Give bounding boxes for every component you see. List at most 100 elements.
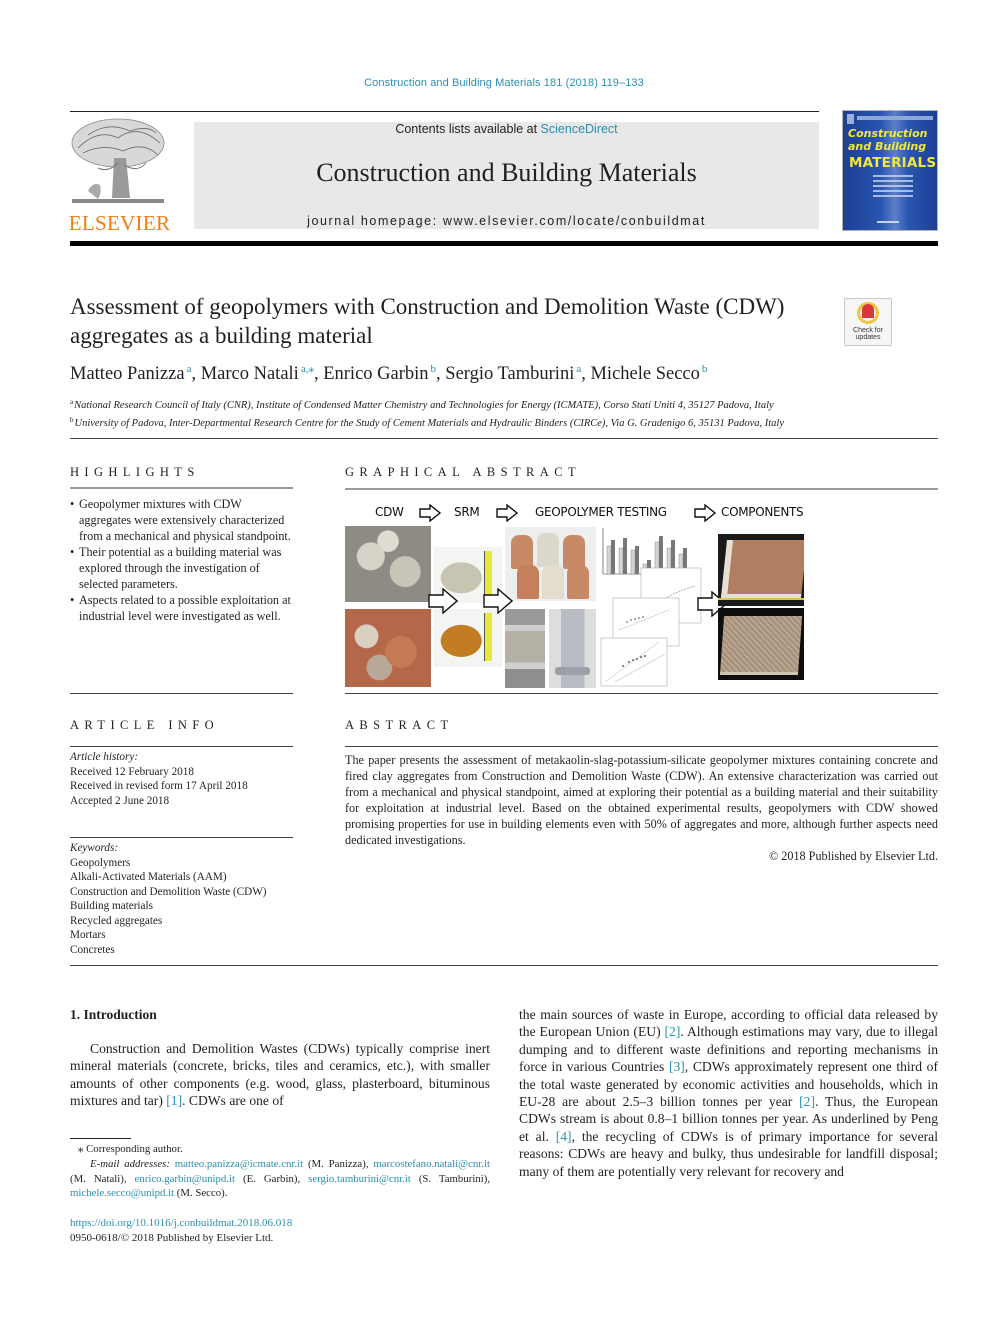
ga-stage-label: GEOPOLYMER TESTING — [535, 505, 667, 519]
cover-top-strip — [857, 116, 933, 120]
citation-link[interactable]: [2] — [665, 1024, 681, 1039]
elsevier-tree-icon — [71, 118, 165, 203]
keyword-item: Geopolymers — [70, 856, 131, 869]
arrow-right-icon — [428, 588, 458, 614]
author-name[interactable]: Enrico Garbin — [323, 364, 428, 384]
keywords-rule — [70, 837, 293, 838]
keyword-item: Alkali-Activated Materials (AAM) — [70, 871, 227, 883]
author-affil-mark[interactable]: a,⁎ — [301, 363, 314, 375]
keyword-item: Concretes — [70, 943, 115, 956]
author-affil-mark[interactable]: b — [431, 363, 437, 375]
keyword-item: Recycled aggregates — [70, 914, 163, 927]
author-name[interactable]: Marco Natali — [201, 364, 299, 384]
journal-banner: Contents lists available at ScienceDirec… — [194, 122, 819, 229]
affiliations: aNational Research Council of Italy (CNR… — [70, 395, 784, 431]
abstract-copyright: © 2018 Published by Elsevier Ltd. — [768, 849, 938, 863]
bullet-icon: • — [70, 593, 75, 607]
author-name[interactable]: Michele Secco — [590, 364, 699, 384]
section-heading-introduction: 1. Introduction — [70, 1007, 157, 1022]
email-label: E-mail addresses: — [90, 1157, 175, 1170]
sciencedirect-link[interactable]: ScienceDirect — [541, 122, 618, 136]
cover-elsevier-mini-logo — [847, 114, 854, 124]
email-link[interactable]: michele.secco@unipd.it — [70, 1187, 174, 1199]
header-top-rule — [70, 111, 819, 112]
homepage-label: journal homepage: — [307, 214, 443, 228]
graphical-abstract-heading: GRAPHICAL ABSTRACT — [345, 465, 581, 479]
author-affil-mark[interactable]: a — [576, 363, 581, 375]
citation-link[interactable]: [2] — [799, 1094, 815, 1109]
citation-link[interactable]: [1] — [166, 1093, 182, 1108]
geopolymer-cylinders-photo — [505, 527, 596, 601]
article-history-label: Article history: — [70, 751, 139, 763]
cover-text-lines — [873, 175, 913, 200]
keywords-list: Keywords: Geopolymers Alkali-Activated M… — [70, 841, 296, 957]
affiliation-item: bUniversity of Padova, Inter-Departmenta… — [70, 416, 784, 429]
contents-prefix: Contents lists available at — [395, 122, 541, 136]
author-name[interactable]: Matteo Panizza — [70, 364, 185, 384]
history-item: Received 12 February 2018 — [70, 765, 194, 778]
panel-component-photo — [718, 534, 804, 606]
elsevier-logo[interactable]: ELSEVIER — [68, 113, 171, 235]
keyword-item: Building materials — [70, 900, 153, 912]
homepage-link[interactable]: www.elsevier.com/locate/conbuildmat — [443, 214, 706, 228]
check-updates-label: Check for updates — [853, 327, 883, 341]
testing-machine-photo — [549, 609, 596, 688]
arrow-right-icon — [694, 504, 716, 522]
keyword-item: Mortars — [70, 929, 106, 941]
email-link[interactable]: sergio.tamburini@cnr.it — [308, 1173, 411, 1185]
highlights-heading: HIGHLIGHTS — [70, 465, 200, 479]
email-link[interactable]: matteo.panizza@icmate.cnr.it — [175, 1158, 303, 1170]
ga-stage-label: COMPONENTS — [721, 505, 804, 519]
issn-copyright: 0950-0618/© 2018 Published by Elsevier L… — [70, 1232, 274, 1244]
highlights-list: • Geopolymer mixtures with CDW aggregates… — [70, 496, 294, 624]
cover-title: Construction and Building — [848, 127, 928, 153]
author-affil-mark[interactable]: a — [187, 363, 192, 375]
citation-link[interactable]: [3] — [669, 1059, 685, 1074]
check-for-updates-button[interactable]: Check for updates — [844, 298, 892, 346]
highlights-rule — [70, 487, 293, 489]
doi-block: https://doi.org/10.1016/j.conbuildmat.20… — [70, 1216, 292, 1246]
author-list: Matteo Panizza a, Marco Natali a,⁎, Enrico… — [70, 363, 708, 384]
journal-cover-thumbnail[interactable]: Construction and Building MATERIALS — [842, 110, 938, 231]
citation-link[interactable]: [4] — [556, 1129, 572, 1144]
email-link[interactable]: marcostefano.natali@cnr.it — [373, 1158, 490, 1170]
article-info-heading: ARTICLE INFO — [70, 718, 220, 732]
highlights-bottom-rule — [70, 693, 293, 694]
author-affil-mark[interactable]: b — [702, 363, 708, 375]
brick-aggregates-photo — [345, 609, 431, 687]
front-matter-bottom-rule — [70, 965, 938, 966]
bullet-icon: • — [70, 497, 75, 511]
journal-homepage: journal homepage: www.elsevier.com/locat… — [194, 214, 819, 228]
journal-reference-link[interactable]: Construction and Building Materials 181 … — [0, 77, 992, 89]
graphical-abstract-figure[interactable]: CDW SRM GEOPOLYMER TESTING COMPONENTS — [345, 496, 815, 688]
ga-stage-label: CDW — [375, 505, 404, 519]
abstract-heading: ABSTRACT — [345, 718, 454, 732]
highlight-item: • Aspects related to a possible exploitat… — [70, 593, 291, 623]
article-title: Assessment of geopolymers with Construct… — [70, 294, 785, 348]
doi-link[interactable]: https://doi.org/10.1016/j.conbuildmat.20… — [70, 1216, 292, 1231]
arrow-right-icon — [419, 504, 441, 522]
test-results-charts — [599, 526, 705, 688]
keywords-label: Keywords: — [70, 842, 119, 854]
header-bottom-rule — [70, 241, 938, 246]
article-info-rule — [70, 746, 293, 747]
abstract-body: The paper presents the assessment of met… — [345, 752, 938, 864]
email-link[interactable]: enrico.garbin@unipd.it — [135, 1173, 236, 1185]
bullet-icon: • — [70, 545, 75, 559]
footnotes: ⁎ Corresponding author. E-mail addresses… — [70, 1142, 490, 1201]
cover-footer-line — [877, 221, 899, 223]
bookmark-icon — [862, 304, 874, 318]
intro-paragraph-right: the main sources of waste in Europe, acc… — [519, 1007, 938, 1179]
elsevier-wordmark: ELSEVIER — [68, 211, 171, 235]
history-item: Accepted 2 June 2018 — [70, 794, 170, 807]
graphical-abstract-rule — [345, 488, 938, 490]
journal-title: Construction and Building Materials — [316, 158, 697, 187]
footnote-rule — [70, 1138, 131, 1139]
email-addresses: E-mail addresses: matteo.panizza@icmate.… — [70, 1157, 491, 1200]
author-block-rule — [70, 438, 938, 439]
abstract-rule — [345, 746, 938, 747]
compression-test-photo — [505, 609, 545, 688]
author-name[interactable]: Sergio Tamburini — [445, 364, 574, 384]
contents-line: Contents lists available at ScienceDirec… — [194, 122, 819, 136]
history-item: Received in revised form 17 April 2018 — [70, 780, 248, 792]
